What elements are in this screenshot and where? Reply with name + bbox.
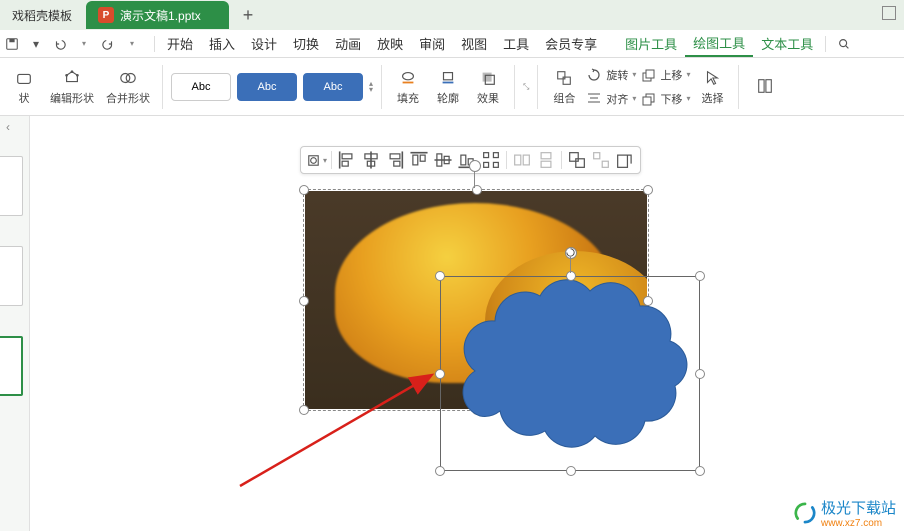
distribute-icon[interactable] bbox=[480, 149, 502, 171]
watermark-text: 极光下载站 bbox=[821, 497, 896, 518]
fill-button[interactable]: 填充 bbox=[390, 63, 426, 111]
save-icon[interactable] bbox=[4, 36, 20, 52]
menu-member[interactable]: 会员专享 bbox=[537, 30, 605, 57]
dropdown-icon[interactable]: ▾ bbox=[76, 36, 92, 52]
menu-text-tools[interactable]: 文本工具 bbox=[753, 30, 821, 57]
tab-label: 演示文稿1.pptx bbox=[120, 7, 201, 24]
window-controls bbox=[882, 6, 896, 20]
shape-icon bbox=[14, 68, 34, 88]
dropdown-icon[interactable]: ▾ bbox=[124, 36, 140, 52]
menu-animation[interactable]: 动画 bbox=[327, 30, 369, 57]
undo-icon[interactable] bbox=[52, 36, 68, 52]
title-tab-bar: 戏稻壳模板 P 演示文稿1.pptx + bbox=[0, 0, 904, 30]
select-icon bbox=[702, 68, 722, 88]
slide-thumbnail-panel: ‹ bbox=[0, 116, 30, 531]
align-left-icon[interactable] bbox=[336, 149, 358, 171]
effect-icon bbox=[478, 68, 498, 88]
arrange-column: 旋转 ▾ 对齐 ▾ bbox=[586, 64, 636, 110]
ppt-file-icon: P bbox=[98, 7, 114, 23]
menu-design[interactable]: 设计 bbox=[243, 30, 285, 57]
ribbon: 状 编辑形状 合并形状 Abc Abc Abc ▴▾ 填充 轮廓 效果 ⤡ 组合… bbox=[0, 58, 904, 116]
quick-access-toolbar: ▾ ▾ ▾ bbox=[4, 36, 150, 52]
slide-thumbnail-3[interactable] bbox=[0, 246, 23, 306]
merge-shape-button[interactable]: 合并形状 bbox=[102, 63, 154, 111]
same-width-icon[interactable] bbox=[511, 149, 533, 171]
style-preset-1[interactable]: Abc bbox=[171, 73, 231, 101]
dropdown-icon[interactable]: ▾ bbox=[28, 36, 44, 52]
rotation-handle-outer[interactable] bbox=[469, 160, 481, 172]
more-button[interactable] bbox=[747, 63, 783, 111]
redo-icon[interactable] bbox=[100, 36, 116, 52]
copy-format-icon[interactable] bbox=[614, 149, 636, 171]
slide-canvas[interactable]: ▾ bbox=[30, 116, 904, 531]
rotation-handle[interactable] bbox=[565, 247, 577, 259]
rotate-icon bbox=[586, 67, 602, 83]
tab-label: 戏稻壳模板 bbox=[12, 7, 72, 24]
layer-column: 上移 ▾ 下移 ▾ bbox=[640, 64, 690, 110]
menu-drawing-tools[interactable]: 绘图工具 bbox=[685, 30, 753, 57]
select-button[interactable]: 选择 bbox=[694, 63, 730, 111]
same-height-icon[interactable] bbox=[535, 149, 557, 171]
crop-icon[interactable]: ▾ bbox=[305, 149, 327, 171]
send-backward-button[interactable]: 下移 ▾ bbox=[640, 88, 690, 110]
group-button[interactable]: 组合 bbox=[546, 63, 582, 111]
align-button[interactable]: 对齐 ▾ bbox=[586, 88, 636, 110]
menu-start[interactable]: 开始 bbox=[159, 30, 201, 57]
up-icon bbox=[640, 67, 656, 83]
slide-thumbnail-2[interactable] bbox=[0, 156, 23, 216]
shape-dropdown[interactable]: 状 bbox=[6, 63, 42, 111]
outline-button[interactable]: 轮廓 bbox=[430, 63, 466, 111]
more-icon bbox=[755, 76, 775, 96]
watermark: 极光下载站 www.xz7.com bbox=[794, 497, 896, 529]
align-center-h-icon[interactable] bbox=[360, 149, 382, 171]
menu-review[interactable]: 审阅 bbox=[411, 30, 453, 57]
collapse-panel-icon[interactable]: ‹ bbox=[6, 120, 10, 134]
bring-forward-button[interactable]: 上移 ▾ bbox=[640, 64, 690, 86]
dropdown-icon[interactable]: ▴▾ bbox=[369, 79, 373, 94]
window-maximize-button[interactable] bbox=[882, 6, 896, 20]
outline-icon bbox=[438, 68, 458, 88]
style-preset-3[interactable]: Abc bbox=[303, 73, 363, 101]
menu-tools[interactable]: 工具 bbox=[495, 30, 537, 57]
align-top-icon[interactable] bbox=[408, 149, 430, 171]
rotate-button[interactable]: 旋转 ▾ bbox=[586, 64, 636, 86]
merge-shape-icon bbox=[118, 68, 138, 88]
shape-styles: Abc Abc Abc ▴▾ bbox=[171, 73, 373, 101]
align-middle-v-icon[interactable] bbox=[432, 149, 454, 171]
effect-button[interactable]: 效果 bbox=[470, 63, 506, 111]
tab-template[interactable]: 戏稻壳模板 bbox=[0, 1, 84, 29]
work-area: ‹ ▾ bbox=[0, 116, 904, 531]
align-icon bbox=[586, 91, 602, 107]
edit-shape-icon bbox=[62, 68, 82, 88]
fill-icon bbox=[398, 68, 418, 88]
menu-insert[interactable]: 插入 bbox=[201, 30, 243, 57]
ungroup-icon[interactable] bbox=[590, 149, 612, 171]
menu-picture-tools[interactable]: 图片工具 bbox=[617, 30, 685, 57]
menu-view[interactable]: 视图 bbox=[453, 30, 495, 57]
group-icon[interactable] bbox=[566, 149, 588, 171]
menu-slideshow[interactable]: 放映 bbox=[369, 30, 411, 57]
tab-active-document[interactable]: P 演示文稿1.pptx bbox=[86, 1, 229, 29]
new-tab-button[interactable]: + bbox=[243, 5, 254, 26]
menu-transition[interactable]: 切换 bbox=[285, 30, 327, 57]
cloud-selection-box bbox=[440, 276, 700, 471]
watermark-url: www.xz7.com bbox=[821, 518, 896, 529]
watermark-logo-icon bbox=[794, 502, 816, 524]
slide-thumbnail-selected[interactable] bbox=[0, 336, 23, 396]
search-icon[interactable] bbox=[836, 36, 852, 52]
menu-bar: ▾ ▾ ▾ 开始 插入 设计 切换 动画 放映 审阅 视图 工具 会员专享 图片… bbox=[0, 30, 904, 58]
align-right-icon[interactable] bbox=[384, 149, 406, 171]
group-icon bbox=[554, 68, 574, 88]
down-icon bbox=[640, 91, 656, 107]
edit-shape-button[interactable]: 编辑形状 bbox=[46, 63, 98, 111]
expand-icon[interactable]: ⤡ bbox=[523, 82, 529, 92]
style-preset-2[interactable]: Abc bbox=[237, 73, 297, 101]
